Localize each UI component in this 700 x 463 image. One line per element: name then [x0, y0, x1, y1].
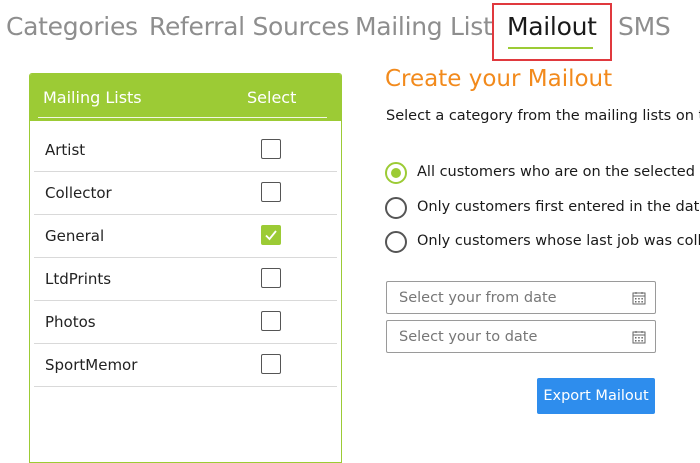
select-checkbox-ltdprints[interactable]: [261, 268, 281, 288]
list-item-name: Artist: [45, 141, 86, 159]
list-item: General: [34, 215, 337, 258]
list-item: LtdPrints: [34, 258, 337, 301]
list-item-name: LtdPrints: [45, 270, 112, 288]
mailing-lists-column-header: Mailing Lists: [43, 88, 142, 107]
radio-button[interactable]: [385, 162, 407, 184]
tab-categories[interactable]: Categories: [6, 12, 138, 41]
tab-referral-sources[interactable]: Referral Sources: [149, 12, 350, 41]
from-date-placeholder: Select your from date: [399, 290, 557, 306]
radio-button[interactable]: [385, 231, 407, 253]
list-item-name: Photos: [45, 313, 96, 331]
export-mailout-button[interactable]: Export Mailout: [537, 378, 655, 414]
option-label: All customers who are on the selected li…: [417, 164, 700, 180]
select-checkbox-artist[interactable]: [261, 139, 281, 159]
radio-button[interactable]: [385, 197, 407, 219]
list-item: SportMemor: [34, 344, 337, 387]
to-date-picker[interactable]: Select your to date: [386, 320, 656, 353]
mailout-instructions: Select a category from the mailing lists…: [386, 108, 700, 124]
mailing-lists-header: Mailing Lists Select: [30, 74, 341, 121]
mailing-lists-panel: Mailing Lists Select Artist Collector Ge…: [29, 73, 342, 463]
create-mailout-title: Create your Mailout: [385, 66, 613, 92]
select-checkbox-sportmemor[interactable]: [261, 354, 281, 374]
list-item-name: General: [45, 227, 105, 245]
list-item: Collector: [34, 172, 337, 215]
select-checkbox-general[interactable]: [261, 225, 281, 245]
header-divider: [38, 117, 327, 118]
select-checkbox-photos[interactable]: [261, 311, 281, 331]
checkmark-icon: [265, 230, 277, 241]
calendar-icon[interactable]: [632, 330, 646, 344]
select-checkbox-collector[interactable]: [261, 182, 281, 202]
option-label: Only customers whose last job was collec…: [417, 233, 700, 249]
active-tab-highlight: [492, 3, 612, 61]
tab-sms[interactable]: SMS: [618, 12, 671, 41]
radio-selected-dot: [391, 168, 401, 178]
from-date-picker[interactable]: Select your from date: [386, 281, 656, 314]
option-label: Only customers first entered in the date…: [417, 199, 700, 215]
list-item-name: SportMemor: [45, 356, 138, 374]
to-date-placeholder: Select your to date: [399, 329, 538, 345]
calendar-icon[interactable]: [632, 291, 646, 305]
tab-bar: Categories Referral Sources Mailing List…: [0, 0, 700, 61]
list-item: Artist: [34, 129, 337, 172]
tab-mailing-list[interactable]: Mailing List: [355, 12, 493, 41]
list-item: Photos: [34, 301, 337, 344]
list-item-name: Collector: [45, 184, 112, 202]
select-column-header: Select: [247, 88, 297, 107]
